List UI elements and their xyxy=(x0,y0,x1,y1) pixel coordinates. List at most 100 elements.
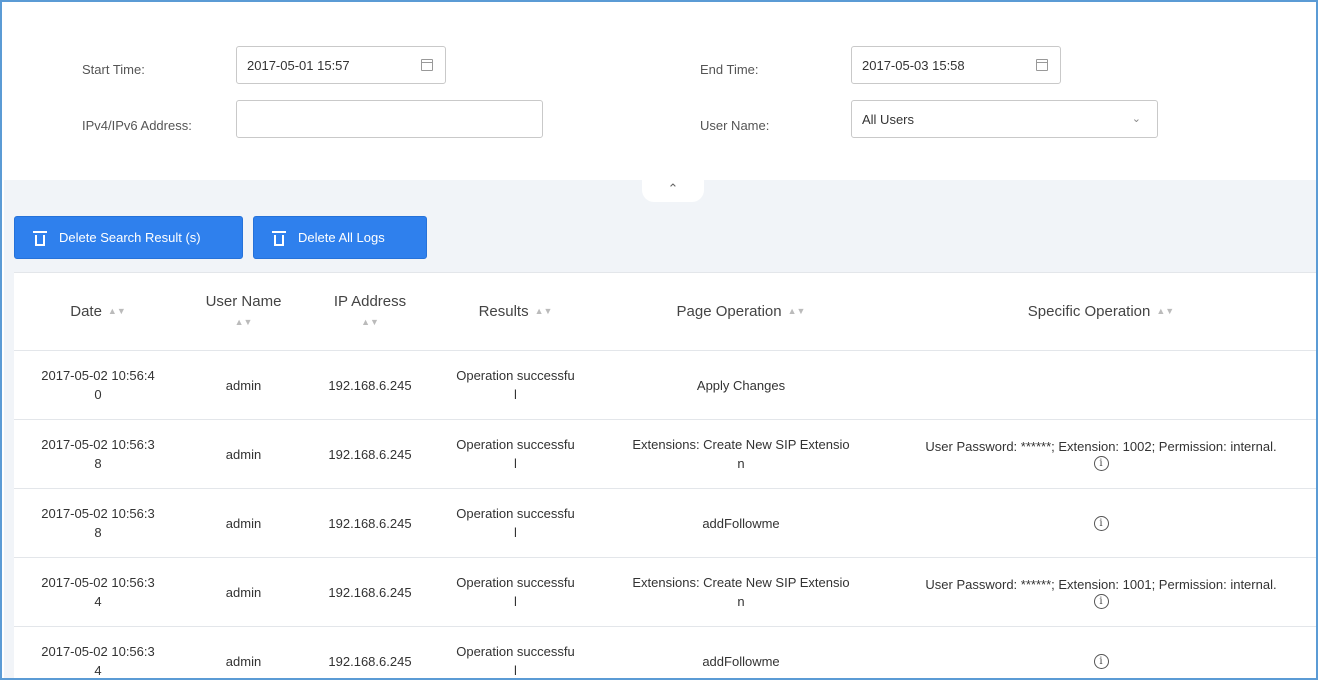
sort-icon[interactable]: ▲▼ xyxy=(361,313,379,332)
ip-address-cell: 192.168.6.245 xyxy=(305,558,435,626)
page-operation-cell: Apply Changes xyxy=(596,351,886,419)
user-name-cell: admin xyxy=(182,558,305,626)
date-text: 8 xyxy=(94,456,102,471)
sort-icon[interactable]: ▲▼ xyxy=(1156,302,1174,321)
column-header-ip-address[interactable]: IP Address ▲▼ xyxy=(305,273,435,350)
column-header-user-name-label: User Name xyxy=(205,292,282,310)
column-header-user-name[interactable]: User Name ▲▼ xyxy=(182,273,305,350)
column-header-page-operation[interactable]: Page Operation ▲▼ xyxy=(596,273,886,350)
info-icon[interactable]: i xyxy=(1093,456,1109,471)
page-operation-text: n xyxy=(737,456,745,471)
column-header-specific-operation[interactable]: Specific Operation ▲▼ xyxy=(886,273,1316,350)
start-time-label: Start Time: xyxy=(82,62,145,77)
ip-address-cell: 192.168.6.245 xyxy=(305,351,435,419)
calendar-icon[interactable] xyxy=(421,59,433,71)
collapse-filter-toggle[interactable]: ⌃ xyxy=(642,176,704,202)
calendar-icon[interactable] xyxy=(1036,59,1048,71)
delete-all-logs-button[interactable]: Delete All Logs xyxy=(253,216,427,259)
info-icon[interactable]: i xyxy=(1093,594,1109,609)
page-operation-cell: Extensions: Create New SIP Extensio n xyxy=(596,420,886,488)
start-time-field[interactable]: 2017-05-01 15:57 xyxy=(236,46,446,84)
result-text: l xyxy=(514,456,517,471)
user-name-cell: admin xyxy=(182,420,305,488)
column-header-results-label: Results xyxy=(478,303,529,320)
table-row: 2017-05-02 10:56:3 8 admin 192.168.6.245 Ope… xyxy=(14,489,1316,558)
ip-address-text: 192.168.6.245 xyxy=(328,377,412,393)
result-cell: Operation successfu l xyxy=(435,351,596,419)
page-operation-cell: addFollowme xyxy=(596,627,886,678)
specific-operation-cell xyxy=(886,351,1316,419)
delete-search-results-label: Delete Search Result (s) xyxy=(59,230,201,245)
result-text: l xyxy=(514,594,517,609)
column-header-date[interactable]: Date ▲▼ xyxy=(14,273,182,350)
filter-area: Start Time: 2017-05-01 15:57 End Time: 2… xyxy=(4,4,1316,180)
user-name-text: admin xyxy=(225,515,262,531)
user-name-text: admin xyxy=(225,653,262,669)
ip-address-cell: 192.168.6.245 xyxy=(305,489,435,557)
user-name-label: User Name: xyxy=(700,118,770,133)
date-text: 2017-05-02 10:56:3 xyxy=(41,644,155,659)
ip-address-input[interactable] xyxy=(236,100,543,138)
page-operation-cell: addFollowme xyxy=(596,489,886,557)
result-text: l xyxy=(514,663,517,678)
table-row: 2017-05-02 10:56:4 0 admin 192.168.6.245 Ope… xyxy=(14,351,1316,420)
date-cell: 2017-05-02 10:56:3 4 xyxy=(14,558,182,626)
specific-operation-cell: i xyxy=(886,489,1316,557)
date-text: 2017-05-02 10:56:3 xyxy=(41,506,155,521)
date-text: 4 xyxy=(94,663,102,678)
chevron-down-icon: ⌄ xyxy=(1131,113,1141,125)
page-operation-text: Extensions: Create New SIP Extensio xyxy=(632,575,850,590)
result-text: Operation successfu xyxy=(456,368,575,383)
info-icon[interactable]: i xyxy=(1093,515,1109,531)
user-name-text: admin xyxy=(225,584,262,600)
end-time-value: 2017-05-03 15:58 xyxy=(862,57,965,73)
result-cell: Operation successfu l xyxy=(435,489,596,557)
table-row: 2017-05-02 10:56:3 4 admin 192.168.6.245 Ope… xyxy=(14,558,1316,627)
end-time-label: End Time: xyxy=(700,62,759,77)
operation-log-panel: Start Time: 2017-05-01 15:57 End Time: 2… xyxy=(0,0,1318,680)
sort-icon[interactable]: ▲▼ xyxy=(108,302,126,321)
page-operation-cell: Extensions: Create New SIP Extensio n xyxy=(596,558,886,626)
page-operation-text: addFollowme xyxy=(702,653,780,669)
user-name-select[interactable]: All Users ⌄ xyxy=(851,100,1158,138)
sort-icon[interactable]: ▲▼ xyxy=(235,313,253,332)
specific-operation-cell: i xyxy=(886,627,1316,678)
sort-icon[interactable]: ▲▼ xyxy=(788,302,806,321)
info-icon[interactable]: i xyxy=(1093,653,1109,669)
result-cell: Operation successfu l xyxy=(435,558,596,626)
date-text: 0 xyxy=(94,387,102,402)
table-row: 2017-05-02 10:56:3 8 admin 192.168.6.245 Ope… xyxy=(14,420,1316,489)
sort-icon[interactable]: ▲▼ xyxy=(535,302,553,321)
result-text: Operation successfu xyxy=(456,644,575,659)
page-operation-text: Apply Changes xyxy=(696,377,786,393)
result-cell: Operation successfu l xyxy=(435,420,596,488)
page-operation-text: Extensions: Create New SIP Extensio xyxy=(632,437,850,452)
date-text: 2017-05-02 10:56:3 xyxy=(41,575,155,590)
user-name-cell: admin xyxy=(182,351,305,419)
trash-icon xyxy=(272,230,286,246)
specific-operation-cell: User Password: ******; Extension: 1001; … xyxy=(886,558,1316,626)
user-name-cell: admin xyxy=(182,489,305,557)
delete-search-results-button[interactable]: Delete Search Result (s) xyxy=(14,216,243,259)
date-text: 2017-05-02 10:56:4 xyxy=(41,368,155,383)
trash-icon xyxy=(33,230,47,246)
column-header-date-label: Date xyxy=(70,303,102,320)
date-cell: 2017-05-02 10:56:3 8 xyxy=(14,489,182,557)
date-cell: 2017-05-02 10:56:3 4 xyxy=(14,627,182,678)
end-time-field[interactable]: 2017-05-03 15:58 xyxy=(851,46,1061,84)
ip-address-text: 192.168.6.245 xyxy=(328,446,412,462)
date-cell: 2017-05-02 10:56:3 8 xyxy=(14,420,182,488)
column-header-results[interactable]: Results ▲▼ xyxy=(435,273,596,350)
specific-operation-cell: User Password: ******; Extension: 1002; … xyxy=(886,420,1316,488)
date-text: 8 xyxy=(94,525,102,540)
chevron-up-icon: ⌃ xyxy=(667,181,679,196)
table-header: Date ▲▼ User Name ▲▼ IP Address ▲▼ Resul… xyxy=(14,273,1316,351)
page-operation-text: n xyxy=(737,594,745,609)
result-text: Operation successfu xyxy=(456,437,575,452)
column-header-specific-operation-label: Specific Operation xyxy=(1027,303,1151,320)
page-operation-text: addFollowme xyxy=(702,515,780,531)
ip-address-cell: 192.168.6.245 xyxy=(305,420,435,488)
result-text: l xyxy=(514,387,517,402)
column-header-page-operation-label: Page Operation xyxy=(676,303,782,320)
date-cell: 2017-05-02 10:56:4 0 xyxy=(14,351,182,419)
